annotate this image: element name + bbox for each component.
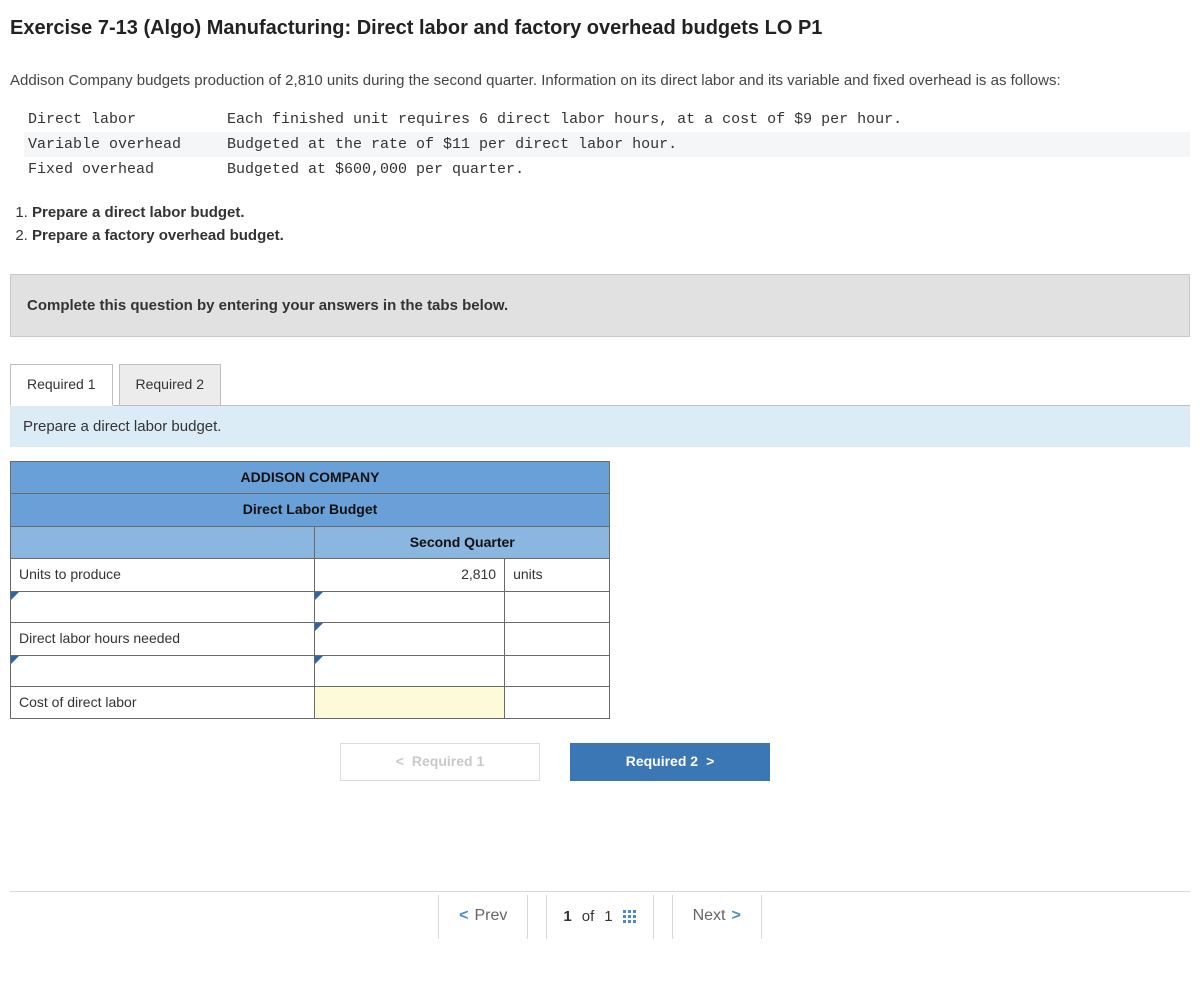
pager-current: 1 <box>563 906 571 927</box>
chevron-right-icon: > <box>732 905 741 927</box>
row-label: Direct labor hours needed <box>11 622 315 655</box>
row-select[interactable] <box>11 591 315 622</box>
info-row: Direct labor Each finished unit requires… <box>24 107 1190 132</box>
value-cell-active[interactable] <box>315 686 505 719</box>
page-title: Exercise 7-13 (Algo) Manufacturing: Dire… <box>10 14 1190 42</box>
task-list: Prepare a direct labor budget. Prepare a… <box>32 202 1190 246</box>
table-report: Direct Labor Budget <box>11 494 610 527</box>
unit-cell <box>505 686 610 719</box>
dropdown-icon <box>315 656 323 664</box>
info-desc: Budgeted at $600,000 per quarter. <box>227 161 524 178</box>
chevron-left-icon: < <box>396 752 404 772</box>
table-period: Second Quarter <box>315 526 610 559</box>
pager-footer: < Prev 1 of 1 Next > <box>10 891 1190 941</box>
tab-required-2[interactable]: Required 2 <box>119 364 222 406</box>
info-label: Variable overhead <box>28 134 218 155</box>
prev-required-label: Required 1 <box>412 752 484 772</box>
chevron-right-icon: > <box>706 752 714 772</box>
table-row: Cost of direct labor <box>11 686 610 719</box>
tab-prompt: Prepare a direct labor budget. <box>10 406 1190 447</box>
pager-next-button[interactable]: Next > <box>672 895 762 939</box>
prev-required-button[interactable]: < Required 1 <box>340 743 540 781</box>
next-required-button[interactable]: Required 2 > <box>570 743 770 781</box>
info-desc: Each finished unit requires 6 direct lab… <box>227 111 902 128</box>
pager-next-label: Next <box>693 905 726 927</box>
row-label: Units to produce <box>11 559 315 592</box>
value-cell[interactable] <box>315 591 505 622</box>
unit-cell <box>505 655 610 686</box>
row-select[interactable] <box>11 655 315 686</box>
unit-cell <box>505 622 610 655</box>
info-row: Fixed overhead Budgeted at $600,000 per … <box>24 157 1190 182</box>
budget-table: ADDISON COMPANY Direct Labor Budget Seco… <box>10 461 610 720</box>
row-label: Cost of direct labor <box>11 686 315 719</box>
unit-cell <box>505 591 610 622</box>
next-required-label: Required 2 <box>626 752 698 772</box>
info-desc: Budgeted at the rate of $11 per direct l… <box>227 136 677 153</box>
pager-of: of <box>582 906 595 927</box>
pager-prev-label: Prev <box>474 905 507 927</box>
chevron-left-icon: < <box>459 905 468 927</box>
grid-icon[interactable] <box>623 910 637 924</box>
tab-required-1[interactable]: Required 1 <box>10 364 113 406</box>
table-company: ADDISON COMPANY <box>11 461 610 494</box>
intro-text: Addison Company budgets production of 2,… <box>10 70 1190 91</box>
dropdown-icon <box>315 592 323 600</box>
value-cell[interactable] <box>315 622 505 655</box>
info-block: Direct labor Each finished unit requires… <box>24 107 1190 182</box>
unit-cell: units <box>505 559 610 592</box>
task-item: Prepare a direct labor budget. <box>32 202 1190 223</box>
instruction-bar: Complete this question by entering your … <box>10 274 1190 337</box>
pager-prev-button[interactable]: < Prev <box>438 895 528 939</box>
pager-status: 1 of 1 <box>546 895 653 939</box>
table-row: Direct labor hours needed <box>11 622 610 655</box>
value-cell[interactable]: 2,810 <box>315 559 505 592</box>
table-corner <box>11 526 315 559</box>
task-item: Prepare a factory overhead budget. <box>32 225 1190 246</box>
dropdown-icon <box>11 592 19 600</box>
dropdown-icon <box>315 623 323 631</box>
value-cell[interactable] <box>315 655 505 686</box>
pager-total: 1 <box>604 906 612 927</box>
table-row <box>11 655 610 686</box>
table-row <box>11 591 610 622</box>
dropdown-icon <box>11 656 19 664</box>
info-label: Fixed overhead <box>28 159 218 180</box>
info-row: Variable overhead Budgeted at the rate o… <box>24 132 1190 157</box>
info-label: Direct labor <box>28 109 218 130</box>
table-row: Units to produce 2,810 units <box>11 559 610 592</box>
